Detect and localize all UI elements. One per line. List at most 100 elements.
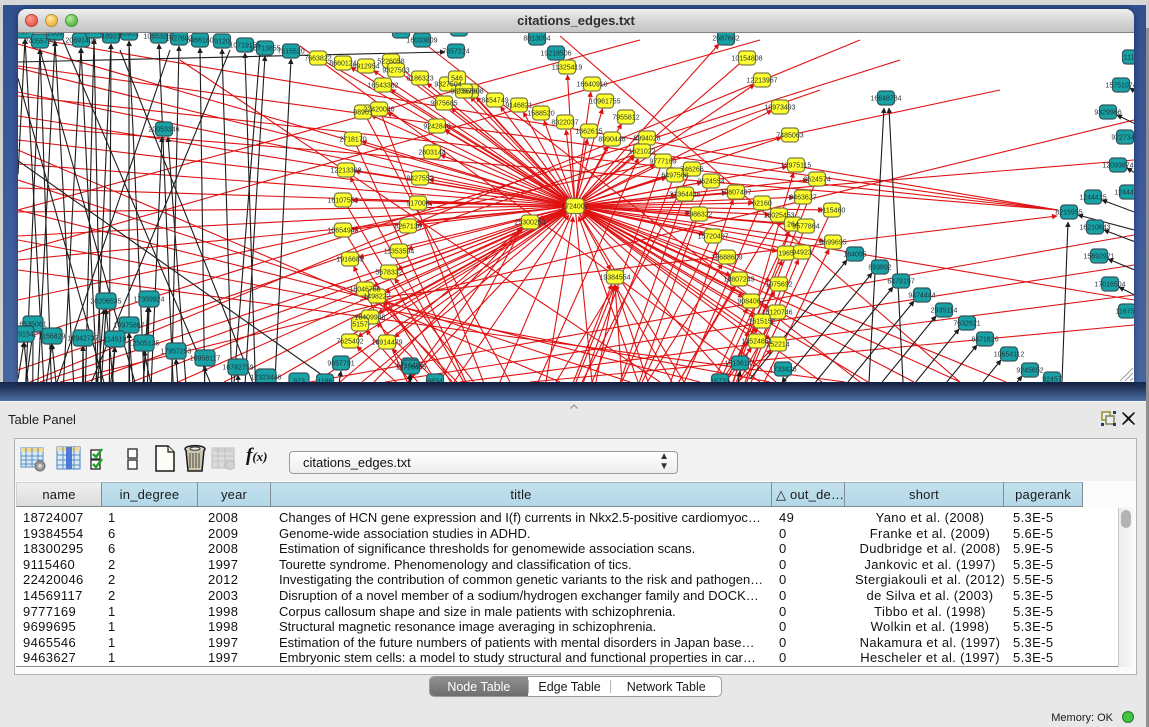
svg-text:9657791: 9657791: [327, 361, 354, 368]
svg-text:10975867: 10975867: [113, 323, 144, 330]
svg-text:10688609: 10688609: [711, 255, 742, 262]
svg-text:11716485: 11716485: [396, 365, 427, 372]
svg-text:6994028: 6994028: [633, 136, 660, 143]
svg-text:62160: 62160: [752, 201, 772, 208]
svg-text:166: 166: [395, 33, 407, 36]
svg-text:7485063: 7485063: [776, 133, 803, 140]
svg-text:2803144: 2803144: [418, 150, 445, 157]
svg-text:16033809: 16033809: [406, 38, 437, 45]
svg-text:88: 88: [455, 33, 463, 34]
svg-text:9327503: 9327503: [382, 68, 409, 75]
svg-text:2069: 2069: [47, 33, 63, 38]
svg-text:252214: 252214: [766, 342, 789, 349]
svg-text:1621022: 1621022: [628, 149, 655, 156]
svg-text:8322037: 8322037: [551, 120, 578, 127]
svg-text:8215955: 8215955: [1055, 210, 1082, 217]
svg-text:16409948: 16409948: [354, 315, 385, 322]
svg-text:746266: 746266: [680, 167, 703, 174]
svg-text:20053346: 20053346: [148, 127, 179, 134]
svg-text:1244415: 1244415: [1079, 195, 1106, 202]
svg-text:92457: 92457: [1042, 377, 1062, 383]
svg-text:24055724: 24055724: [24, 39, 55, 46]
svg-text:2687682: 2687682: [712, 36, 739, 43]
svg-text:9875685: 9875685: [430, 101, 457, 108]
svg-text:1588520: 1588520: [527, 111, 554, 118]
svg-text:7515520: 7515520: [277, 49, 304, 56]
svg-text:9227342: 9227342: [1111, 135, 1134, 142]
svg-text:98961: 98961: [353, 110, 373, 117]
svg-text:1156829: 1156829: [39, 334, 66, 341]
svg-text:8834: 8834: [427, 379, 443, 383]
svg-text:16713855: 16713855: [249, 46, 280, 53]
svg-text:164095: 164095: [843, 252, 866, 259]
svg-text:5678332: 5678332: [375, 270, 402, 277]
svg-text:9777169: 9777169: [649, 159, 676, 166]
svg-text:21364436: 21364436: [669, 192, 700, 199]
svg-text:1891: 1891: [86, 33, 102, 36]
svg-text:8186323: 8186323: [406, 76, 433, 83]
svg-text:546: 546: [451, 76, 463, 83]
svg-text:1916685: 1916685: [336, 257, 363, 264]
svg-text:1498222: 1498222: [363, 294, 390, 301]
svg-text:6466160: 6466160: [186, 38, 213, 45]
svg-text:15751074: 15751074: [1105, 83, 1134, 90]
svg-text:8267130: 8267130: [394, 224, 421, 231]
svg-text:94923: 94923: [792, 250, 812, 257]
svg-text:15720407: 15720407: [697, 234, 728, 241]
svg-text:15136141: 15136141: [724, 361, 755, 368]
svg-text:18807249: 18807249: [723, 277, 754, 284]
svg-text:16120746: 16120746: [761, 310, 792, 317]
svg-text:12505135: 12505135: [128, 341, 159, 348]
svg-text:7663822: 7663822: [304, 56, 331, 63]
svg-text:9327504: 9327504: [434, 82, 461, 89]
svg-text:8990448: 8990448: [598, 137, 625, 144]
svg-text:19384554: 19384554: [599, 275, 630, 282]
svg-text:12323446: 12323446: [250, 375, 281, 382]
svg-text:9329966: 9329966: [1094, 110, 1121, 117]
svg-text:7857224: 7857224: [442, 49, 469, 56]
svg-text:20691406: 20691406: [65, 38, 96, 45]
svg-text:8813054: 8813054: [523, 36, 550, 43]
svg-text:12942737: 12942737: [67, 336, 98, 343]
svg-text:1244419: 1244419: [1114, 190, 1134, 197]
svg-text:20206535: 20206535: [90, 299, 121, 306]
svg-text:12975115: 12975115: [781, 163, 812, 170]
svg-text:2935114: 2935114: [931, 308, 958, 315]
svg-text:973: 973: [293, 379, 305, 383]
svg-text:17016504: 17016504: [1094, 282, 1125, 289]
svg-text:18923: 18923: [101, 34, 121, 41]
svg-text:10958117: 10958117: [190, 356, 221, 363]
svg-text:6479197: 6479197: [887, 279, 914, 286]
svg-text:8427552: 8427552: [406, 176, 433, 183]
svg-text:7955812: 7955812: [612, 115, 639, 122]
svg-text:16107553: 16107553: [327, 198, 358, 205]
svg-text:9115460: 9115460: [819, 208, 846, 215]
svg-text:16782759: 16782759: [222, 365, 253, 372]
svg-text:16648784: 16648784: [870, 96, 901, 103]
svg-text:16046788: 16046788: [349, 287, 380, 294]
svg-text:6535061: 6535061: [19, 322, 46, 329]
svg-text:7625402: 7625402: [336, 339, 363, 346]
svg-text:9875686: 9875686: [450, 89, 477, 96]
svg-text:1362615: 1362615: [575, 129, 602, 136]
svg-text:8471626: 8471626: [971, 337, 998, 344]
svg-text:114519: 114519: [104, 337, 127, 344]
svg-text:1724007: 1724007: [561, 204, 588, 211]
svg-text:17957253: 17957253: [160, 349, 191, 356]
svg-text:1615152: 1615152: [748, 319, 775, 326]
svg-text:7986322: 7986322: [685, 212, 712, 219]
svg-text:39154: 39154: [18, 332, 34, 339]
svg-text:1733426: 1733426: [769, 367, 796, 374]
svg-text:12213967: 12213967: [746, 78, 777, 85]
svg-text:9242848: 9242848: [423, 124, 450, 131]
svg-text:16640910: 16640910: [576, 82, 607, 89]
svg-text:1075692: 1075692: [765, 282, 792, 289]
svg-text:11353594: 11353594: [384, 249, 415, 256]
svg-text:9463627: 9463627: [789, 195, 816, 202]
svg-text:3624554: 3624554: [697, 179, 724, 186]
svg-text:16543382: 16543382: [367, 83, 398, 90]
svg-text:1186: 1186: [317, 379, 332, 383]
svg-text:9474444: 9474444: [908, 293, 935, 300]
svg-text:20: 20: [21, 33, 29, 36]
svg-text:10654943: 10654943: [327, 228, 358, 235]
